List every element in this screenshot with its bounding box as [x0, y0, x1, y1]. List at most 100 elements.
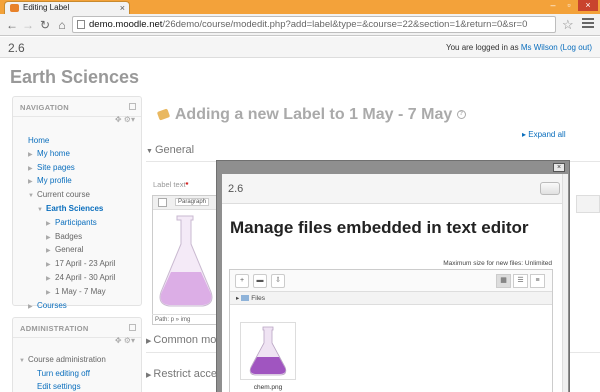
section-common-module[interactable]: ▶ Common mo — [146, 334, 216, 346]
window-close-icon[interactable]: × — [578, 0, 598, 11]
nav-item-label: Courses — [37, 300, 67, 310]
navigation-heading: NAVIGATION — [13, 97, 141, 117]
browser-tab[interactable]: Editing Label × — [4, 1, 130, 14]
window-controls: – ▫ × — [546, 0, 598, 11]
nav-item[interactable]: ▶ My profile — [19, 175, 135, 189]
expand-icon: ▶ — [146, 372, 152, 379]
navigation-block: NAVIGATION ✥ ⚙▾ Home ▶ My home ▶ Site pages ▶… — [12, 96, 142, 310]
admin-item-label: Course administration — [28, 355, 106, 364]
block-move-icon[interactable]: ✥ ⚙▾ — [115, 115, 135, 124]
nav-item[interactable]: ▶ Courses — [19, 300, 135, 314]
admin-item-label: Edit settings — [37, 381, 81, 391]
nav-item[interactable]: ▶ 1 May - 7 May — [19, 286, 135, 300]
path-label[interactable]: Files — [251, 295, 265, 302]
expand-all-link[interactable]: ▸ Expand all — [522, 130, 566, 139]
admin-item[interactable]: ▼ Course administration — [19, 354, 135, 368]
admin-item[interactable]: Edit settings — [19, 381, 135, 392]
nav-item[interactable]: ▶ General — [19, 244, 135, 258]
nav-item-label: 17 April - 23 April — [55, 259, 116, 269]
browser-titlebar: Editing Label × – ▫ × — [0, 0, 600, 14]
file-manager-dialog: × 2.6 Manage files embedded in text edit… — [216, 160, 570, 392]
section-general[interactable]: ▼ General — [146, 144, 194, 156]
nav-item-label: Participants — [55, 217, 97, 227]
administration-block: ADMINISTRATION ✥ ⚙▾ ▼ Course administrati… — [12, 317, 142, 392]
expand-icon: ▶ — [28, 179, 33, 186]
editor-toggle-icon[interactable] — [158, 198, 167, 207]
text-editor[interactable]: Paragraph — [152, 195, 220, 325]
nav-item[interactable]: ▼ Earth Sciences — [19, 203, 135, 217]
nav-item-label: 1 May - 7 May — [55, 286, 106, 296]
expand-icon: ▶ — [28, 303, 33, 310]
nav-item[interactable]: ▶ Badges — [19, 231, 135, 245]
nav-item-label: My profile — [37, 176, 72, 186]
admin-item[interactable]: Turn editing off — [19, 368, 135, 381]
menu-icon[interactable] — [582, 18, 594, 30]
expand-icon: ▶ — [46, 275, 51, 282]
tab-title: Editing Label — [23, 3, 70, 12]
dialog-menu-button[interactable] — [540, 182, 560, 195]
nav-item[interactable]: ▶ My home — [19, 148, 135, 162]
file-manager-toolbar: + ▬ ⇩ ▦ ☰ ≡ — [230, 270, 552, 292]
nav-item-label: Site pages — [37, 162, 75, 172]
file-thumbnail[interactable] — [240, 322, 296, 380]
login-prefix: You are logged in as — [445, 43, 521, 52]
forward-icon[interactable]: → — [20, 17, 36, 33]
dialog-close-icon[interactable]: × — [553, 163, 565, 172]
collapse-icon: ▼ — [28, 193, 34, 200]
star-icon[interactable]: ☆ — [562, 17, 574, 33]
block-hide-icon[interactable] — [129, 103, 136, 110]
url-host: demo.moodle.net — [89, 19, 163, 30]
collapse-icon: ▼ — [146, 148, 153, 155]
create-folder-icon[interactable]: ▬ — [253, 274, 267, 288]
file-name[interactable]: chem.png — [240, 384, 296, 391]
path-expand-icon[interactable]: ▸ — [236, 295, 239, 302]
tree-view-icon[interactable]: ≡ — [530, 274, 545, 288]
nav-item[interactable]: ▶ 17 April - 23 April — [19, 258, 135, 272]
folder-icon — [241, 295, 250, 302]
expand-icon: ▶ — [46, 289, 51, 296]
back-icon[interactable]: ← — [4, 17, 20, 33]
add-file-icon[interactable]: + — [235, 274, 249, 288]
icon-view-icon[interactable]: ▦ — [496, 274, 511, 288]
home-icon[interactable]: ⌂ — [54, 17, 70, 33]
block-move-icon[interactable]: ✥ ⚙▾ — [115, 336, 135, 345]
logout-link[interactable]: (Log out) — [560, 43, 592, 52]
list-view-icon[interactable]: ☰ — [513, 274, 528, 288]
site-brand[interactable]: 2.6 — [8, 41, 25, 55]
minimize-icon[interactable]: – — [546, 0, 560, 11]
url-path: /26demo/course/modedit.php?add=label&typ… — [162, 19, 528, 30]
editor-toolbar-extra — [576, 195, 600, 213]
expand-icon: ▶ — [46, 234, 51, 241]
label-text-label: Label text — [153, 180, 186, 189]
format-select[interactable]: Paragraph — [175, 198, 210, 206]
flask-thumbnail-icon — [249, 326, 287, 376]
section-restrict-label: Restrict acce — [153, 368, 217, 380]
dialog-scrollbar[interactable] — [562, 174, 568, 392]
nav-item-label: Current course — [37, 190, 90, 200]
maximize-icon[interactable]: ▫ — [562, 0, 576, 11]
nav-item[interactable]: ▶ 24 April - 30 April — [19, 272, 135, 286]
tab-close-icon[interactable]: × — [120, 2, 125, 14]
collapse-icon: ▼ — [19, 358, 25, 364]
reload-icon[interactable]: ↻ — [37, 17, 53, 33]
site-header: 2.6 You are logged in as Ms Wilson (Log … — [0, 37, 600, 58]
max-file-size: Maximum size for new files: Unlimited — [443, 260, 552, 267]
nav-item[interactable]: ▼ Current course — [19, 189, 135, 203]
address-bar[interactable]: demo.moodle.net/26demo/course/modedit.ph… — [72, 16, 556, 33]
nav-item[interactable]: ▶ Participants — [19, 217, 135, 231]
nav-item[interactable]: Home — [19, 135, 135, 148]
nav-item[interactable]: ▶ Site pages — [19, 162, 135, 176]
dialog-header: 2.6 — [222, 174, 568, 204]
file-path-bar: ▸ Files — [230, 292, 552, 305]
section-restrict-access[interactable]: ▶ Restrict acce — [146, 368, 217, 380]
user-link[interactable]: Ms Wilson — [521, 43, 558, 52]
editor-path: Path: p » img — [152, 314, 220, 325]
expand-icon: ▶ — [46, 220, 51, 227]
block-hide-icon[interactable] — [129, 324, 136, 331]
admin-item-label: Turn editing off — [37, 368, 90, 378]
dialog-brand[interactable]: 2.6 — [228, 183, 243, 195]
download-icon[interactable]: ⇩ — [271, 274, 285, 288]
page-heading-text: Adding a new Label to 1 May - 7 May — [174, 106, 453, 123]
help-icon[interactable]: ? — [456, 110, 466, 120]
flask-image[interactable] — [153, 210, 219, 310]
